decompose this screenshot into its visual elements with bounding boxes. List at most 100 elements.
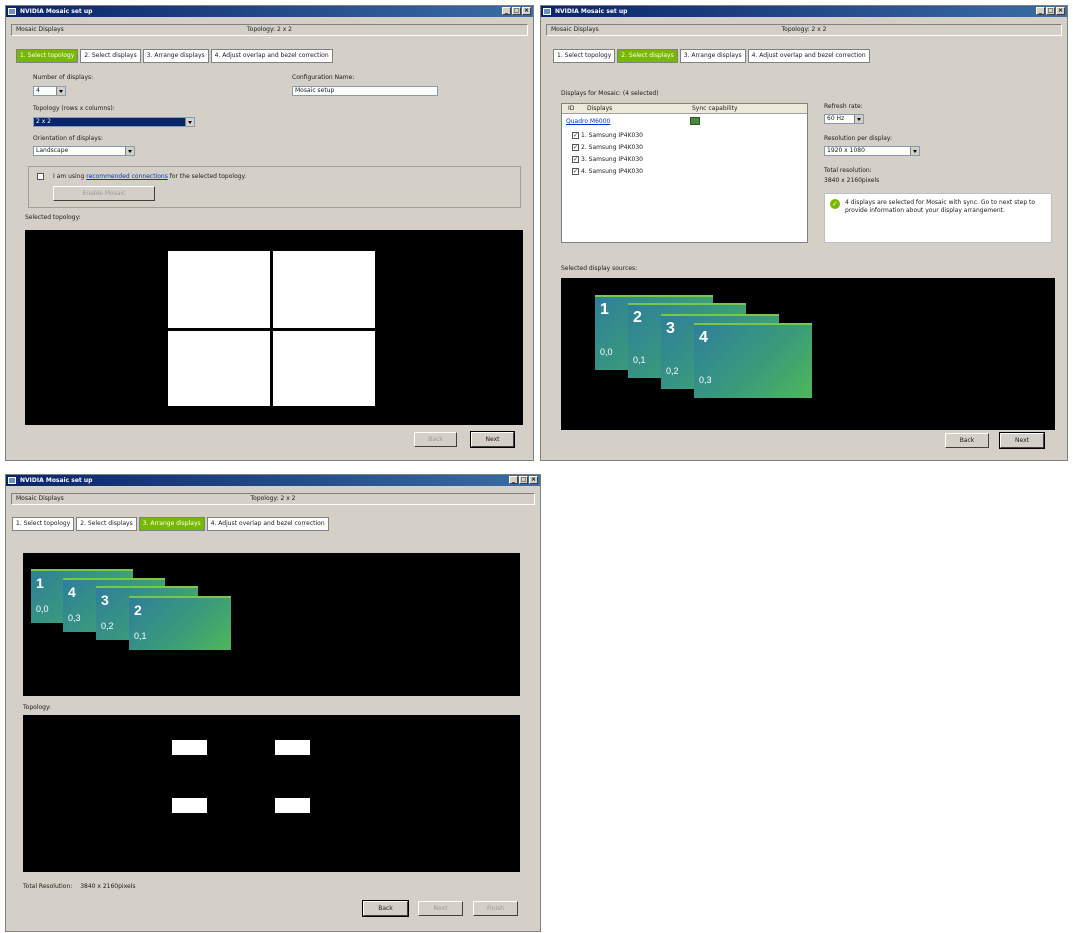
topology-cell — [275, 740, 310, 755]
total-resolution-value: 3840 x 2160pixels — [824, 177, 880, 184]
tab-select-displays[interactable]: 2. Select displays — [80, 49, 141, 63]
resolution-label: Resolution per display: — [824, 135, 893, 142]
num-displays-label: Number of displays: — [33, 74, 94, 81]
chevron-down-icon[interactable] — [125, 147, 134, 155]
status-info-box: ✓ 4 displays are selected for Mosaic wit… — [824, 193, 1052, 243]
header-bar: Mosaic Displays Topology: 2 x 2 — [546, 24, 1062, 36]
display-checkbox[interactable]: ✓ — [572, 156, 579, 163]
window-title: NVIDIA Mosaic set up — [555, 8, 628, 15]
window-arrange-displays: NVIDIA Mosaic set up _ □ × Mosaic Displa… — [5, 474, 541, 932]
next-button[interactable]: Next — [470, 431, 515, 448]
display-checkbox[interactable]: ✓ — [572, 132, 579, 139]
topology-label: Topology: 2 x 2 — [250, 495, 296, 502]
tab-arrange-displays[interactable]: 3. Arrange displays — [142, 49, 209, 63]
title-bar[interactable]: NVIDIA Mosaic set up _ □ × — [6, 6, 533, 17]
step-tabs: 1. Select topology 2. Select displays 3.… — [553, 49, 870, 63]
maximize-icon[interactable]: □ — [512, 7, 521, 15]
orientation-select[interactable]: Landscape — [33, 146, 135, 156]
recommended-connections-link[interactable]: recommended connections — [86, 173, 168, 180]
back-button[interactable]: Back — [945, 433, 989, 448]
display-row[interactable]: ✓ 3. Samsung IP4K030 — [572, 156, 643, 163]
window-select-topology: NVIDIA Mosaic set up _ □ × Mosaic Displa… — [5, 5, 534, 461]
display-row[interactable]: ✓ 1. Samsung IP4K030 — [572, 132, 643, 139]
back-button[interactable]: Back — [362, 900, 409, 917]
tab-select-topology[interactable]: 1. Select topology — [12, 517, 75, 531]
close-icon[interactable]: × — [529, 476, 538, 484]
chevron-down-icon[interactable] — [185, 118, 194, 126]
close-icon[interactable]: × — [522, 7, 531, 15]
col-id-header[interactable]: ID — [568, 104, 574, 113]
topology-cell — [275, 798, 310, 813]
orientation-label: Orientation of displays: — [33, 135, 103, 142]
refresh-rate-select[interactable]: 60 Hz — [824, 114, 864, 124]
num-displays-select[interactable]: 4 — [33, 86, 66, 96]
nvidia-app-icon — [8, 8, 16, 15]
refresh-rate-label: Refresh rate: — [824, 103, 863, 110]
title-bar[interactable]: NVIDIA Mosaic set up _ □ × — [541, 6, 1067, 17]
recommended-checkbox[interactable] — [37, 173, 44, 180]
next-button[interactable]: Next — [418, 901, 463, 916]
step-tabs: 1. Select topology 2. Select displays 3.… — [12, 517, 329, 531]
step-tabs: 1. Select topology 2. Select displays 3.… — [16, 49, 333, 63]
tab-adjust-overlap[interactable]: 4. Adjust overlap and bezel correction — [206, 517, 329, 531]
display-checkbox[interactable]: ✓ — [572, 144, 579, 151]
resolution-select[interactable]: 1920 x 1080 — [824, 146, 920, 156]
topology-label: Topology: 2 x 2 — [781, 26, 827, 33]
display-row[interactable]: ✓ 2. Samsung IP4K030 — [572, 144, 643, 151]
col-sync-header[interactable]: Sync capability — [692, 104, 738, 113]
total-resolution-label: Total resolution: — [824, 167, 872, 174]
tab-adjust-overlap[interactable]: 4. Adjust overlap and bezel correction — [210, 49, 333, 63]
back-button[interactable]: Back — [414, 432, 457, 447]
check-icon: ✓ — [830, 199, 840, 209]
tab-select-topology[interactable]: 1. Select topology — [553, 49, 616, 63]
col-displays-header[interactable]: Displays — [587, 104, 612, 113]
display-checkbox[interactable]: ✓ — [572, 168, 579, 175]
topology-cell — [168, 331, 270, 406]
close-icon[interactable]: × — [1056, 7, 1065, 15]
display-row[interactable]: ✓ 4. Samsung IP4K030 — [572, 168, 643, 175]
topology-cell — [172, 740, 207, 755]
minimize-icon[interactable]: _ — [509, 476, 518, 484]
enable-mosaic-button[interactable]: Enable Mosaic — [53, 186, 155, 201]
topology-label: Topology: 2 x 2 — [247, 26, 292, 33]
tab-select-displays[interactable]: 2. Select displays — [76, 517, 137, 531]
displays-list[interactable]: ID Displays Sync capability Quadro M6000… — [561, 103, 808, 243]
chevron-down-icon[interactable] — [854, 115, 863, 123]
selected-sources-label: Selected display sources: — [561, 265, 638, 272]
total-resolution-label: Total Resolution: — [23, 883, 73, 890]
tab-select-displays[interactable]: 2. Select displays — [617, 49, 678, 63]
display-card[interactable]: 2 0,1 — [129, 596, 231, 650]
maximize-icon[interactable]: □ — [1046, 7, 1055, 15]
display-card[interactable]: 4 0,3 — [694, 323, 812, 398]
title-bar[interactable]: NVIDIA Mosaic set up _ □ × — [6, 475, 540, 486]
minimize-icon[interactable]: _ — [502, 7, 511, 15]
tab-select-topology[interactable]: 1. Select topology — [16, 49, 79, 63]
sync-capability-icon — [690, 117, 700, 125]
finish-button[interactable]: Finish — [473, 901, 518, 916]
nvidia-app-icon — [543, 8, 551, 15]
total-resolution-value: 3840 x 2160pixels — [80, 883, 136, 890]
topology-cell — [273, 331, 375, 406]
window-select-displays: NVIDIA Mosaic set up _ □ × Mosaic Displa… — [540, 5, 1068, 461]
chevron-down-icon[interactable] — [56, 87, 65, 95]
maximize-icon[interactable]: □ — [519, 476, 528, 484]
config-name-input[interactable]: Mosaic setup — [292, 86, 438, 96]
display-sources-panel: 1 0,0 2 0,1 3 0,2 4 0,3 — [561, 278, 1055, 430]
config-name-label: Configuration Name: — [292, 74, 355, 81]
arrange-panel: 1 0,0 4 0,3 3 0,2 2 0,1 — [23, 553, 520, 696]
tab-arrange-displays[interactable]: 3. Arrange displays — [138, 517, 205, 531]
minimize-icon[interactable]: _ — [1036, 7, 1045, 15]
topology-preview — [25, 230, 523, 425]
topology-cell — [172, 798, 207, 813]
topology-select[interactable]: 2 x 2 — [33, 117, 195, 127]
topology-cell — [273, 251, 375, 328]
gpu-row[interactable]: Quadro M6000 — [566, 118, 610, 125]
tab-arrange-displays[interactable]: 3. Arrange displays — [679, 49, 746, 63]
header-bar: Mosaic Displays Topology: 2 x 2 — [11, 24, 528, 36]
window-title: NVIDIA Mosaic set up — [20, 477, 93, 484]
tab-adjust-overlap[interactable]: 4. Adjust overlap and bezel correction — [747, 49, 870, 63]
recommended-group: I am using recommended connections for t… — [28, 166, 521, 208]
selected-topology-label: Selected topology: — [25, 214, 81, 221]
next-button[interactable]: Next — [999, 432, 1045, 449]
chevron-down-icon[interactable] — [910, 147, 919, 155]
